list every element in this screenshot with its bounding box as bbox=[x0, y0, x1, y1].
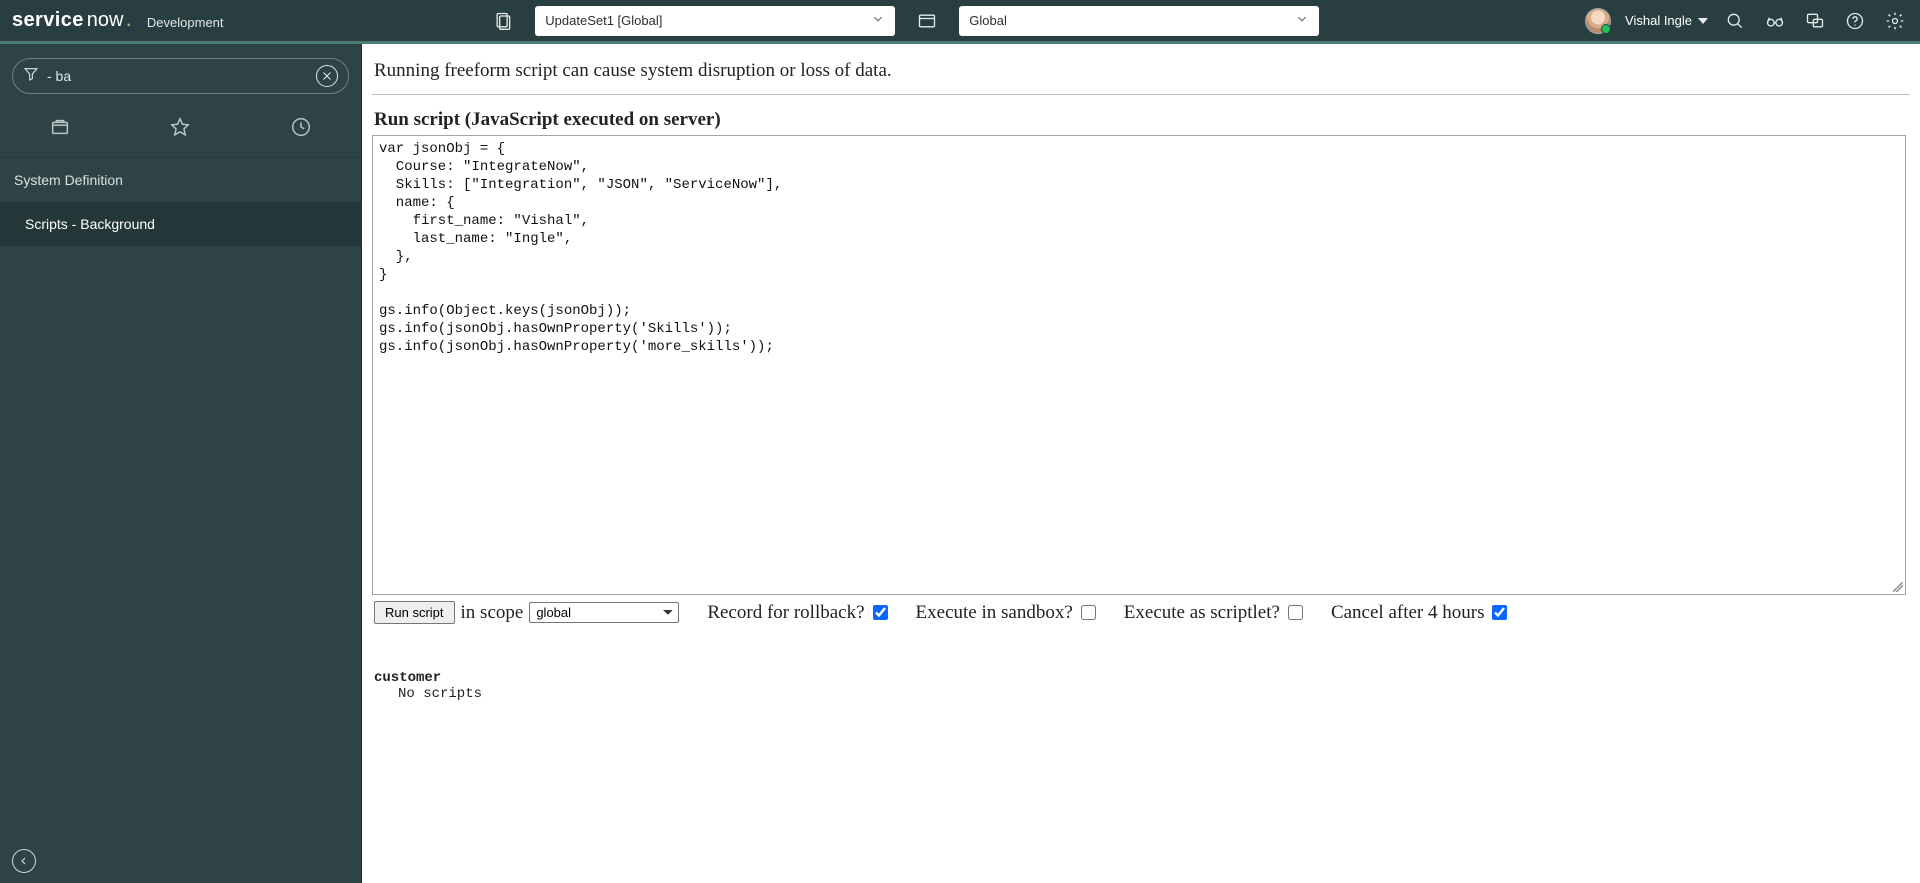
scriptlet-checkbox[interactable] bbox=[1288, 605, 1303, 620]
arrow-left-icon bbox=[18, 855, 30, 867]
brand-logo: servicenow. bbox=[12, 9, 131, 32]
sandbox-label: Execute in sandbox? bbox=[916, 602, 1073, 624]
header-center: UpdateSet1 [Global] Global bbox=[489, 6, 1319, 36]
close-icon bbox=[321, 70, 333, 82]
sidebar: System Definition Scripts - Background bbox=[0, 44, 362, 883]
output-heading: customer bbox=[374, 670, 1910, 686]
nav-filter-clear[interactable] bbox=[316, 65, 338, 87]
global-header: servicenow. Development UpdateSet1 [Glob… bbox=[0, 0, 1920, 44]
script-editor[interactable]: var jsonObj = { Course: "IntegrateNow", … bbox=[372, 135, 1906, 595]
gear-icon[interactable] bbox=[1882, 8, 1908, 34]
update-set-value: UpdateSet1 [Global] bbox=[545, 13, 662, 28]
rollback-label: Record for rollback? bbox=[707, 602, 864, 624]
nav-item-scripts-background[interactable]: Scripts - Background bbox=[0, 202, 361, 246]
help-icon[interactable] bbox=[1842, 8, 1868, 34]
body: System Definition Scripts - Background R… bbox=[0, 44, 1920, 883]
run-script-button[interactable]: Run script bbox=[374, 601, 455, 624]
user-menu[interactable]: Vishal Ingle bbox=[1625, 13, 1708, 28]
header-right: Vishal Ingle bbox=[1585, 8, 1908, 34]
nav-tab-all[interactable] bbox=[49, 116, 71, 143]
environment-label: Development bbox=[147, 15, 224, 30]
in-scope-label: in scope bbox=[461, 602, 524, 624]
nav-list: System Definition Scripts - Background bbox=[0, 158, 361, 839]
rollback-checkbox[interactable] bbox=[873, 605, 888, 620]
glasses-icon[interactable] bbox=[1762, 8, 1788, 34]
update-set-dropdown[interactable]: UpdateSet1 [Global] bbox=[535, 6, 895, 36]
script-controls: Run script in scope global Record for ro… bbox=[372, 595, 1910, 624]
chevron-down-icon bbox=[871, 12, 885, 29]
brand-logo-service: service bbox=[12, 9, 84, 32]
caret-down-icon bbox=[1698, 16, 1708, 26]
user-name-label: Vishal Ingle bbox=[1625, 13, 1692, 28]
nav-tabs bbox=[0, 104, 361, 158]
script-output: customer No scripts bbox=[372, 624, 1910, 702]
filter-icon bbox=[23, 66, 39, 87]
output-line: No scripts bbox=[374, 686, 1910, 702]
brand-logo-now: now bbox=[87, 9, 124, 32]
chevron-down-icon bbox=[1295, 12, 1309, 29]
nav-collapse-button[interactable] bbox=[12, 849, 36, 873]
search-icon[interactable] bbox=[1722, 8, 1748, 34]
sandbox-checkbox[interactable] bbox=[1081, 605, 1096, 620]
script-warning: Running freeform script can cause system… bbox=[372, 56, 1910, 95]
nav-tab-favorites[interactable] bbox=[169, 116, 191, 143]
nav-filter-row bbox=[0, 44, 361, 104]
star-icon bbox=[169, 116, 191, 138]
app-scope-value: Global bbox=[969, 13, 1007, 28]
app-scope-dropdown[interactable]: Global bbox=[959, 6, 1319, 36]
scriptlet-label: Execute as scriptlet? bbox=[1124, 602, 1280, 624]
nav-tab-history[interactable] bbox=[290, 116, 312, 143]
run-script-heading: Run script (JavaScript executed on serve… bbox=[372, 95, 1910, 135]
cancel-label: Cancel after 4 hours bbox=[1331, 602, 1485, 624]
app-scope-icon[interactable] bbox=[913, 7, 941, 35]
avatar[interactable] bbox=[1585, 8, 1611, 34]
chat-icon[interactable] bbox=[1802, 8, 1828, 34]
nav-collapse bbox=[0, 839, 361, 883]
main-content: Running freeform script can cause system… bbox=[362, 44, 1920, 883]
nav-filter bbox=[12, 58, 349, 94]
clock-icon bbox=[290, 116, 312, 138]
nav-filter-input[interactable] bbox=[47, 68, 308, 84]
cancel-checkbox[interactable] bbox=[1492, 605, 1507, 620]
nav-module-system-definition[interactable]: System Definition bbox=[0, 158, 361, 202]
scope-select[interactable]: global bbox=[529, 602, 679, 623]
brand-logo-dot: . bbox=[126, 13, 130, 31]
update-set-icon[interactable] bbox=[489, 7, 517, 35]
